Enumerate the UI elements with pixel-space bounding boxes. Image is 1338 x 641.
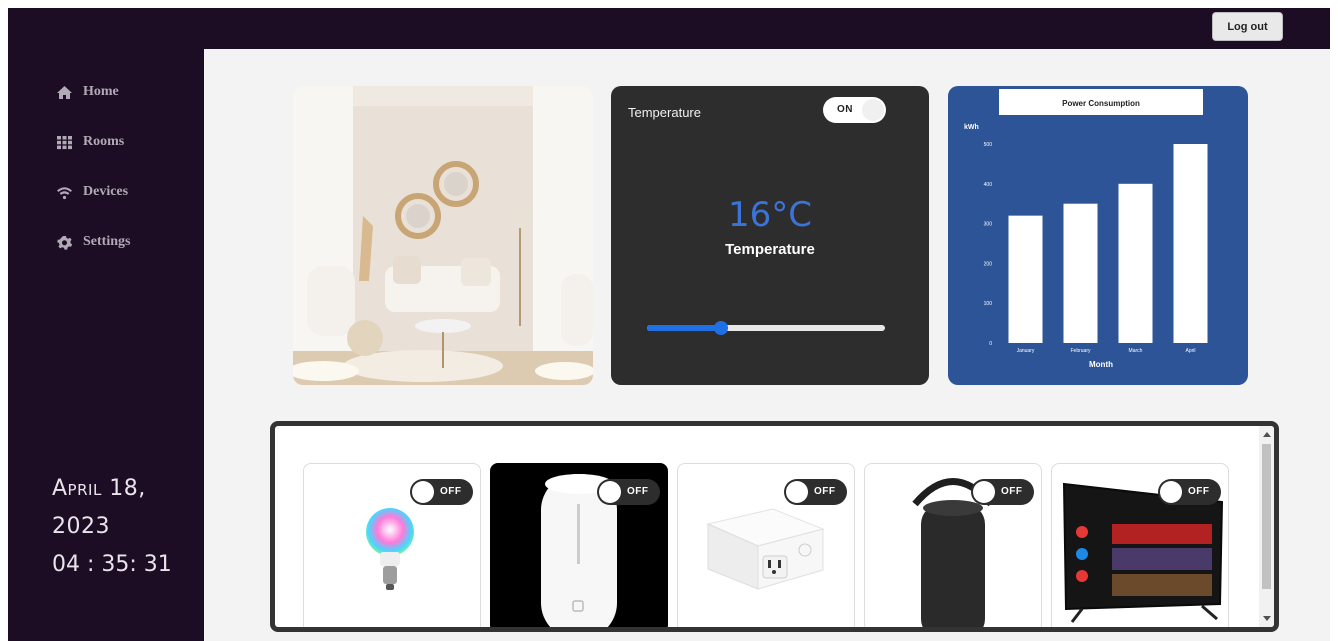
toggle-knob (973, 481, 995, 503)
sidebar-item-label: Devices (83, 184, 129, 199)
toggle-label: OFF (814, 486, 836, 497)
sidebar-item-settings[interactable]: Settings (56, 234, 130, 250)
scroll-down-arrow-icon[interactable] (1263, 616, 1271, 621)
chart-title: Power Consumption (1062, 99, 1140, 108)
device-toggle[interactable]: OFF (597, 479, 660, 505)
grid-icon (57, 135, 72, 149)
y-tick-label-3: 300 (984, 222, 993, 228)
x-tick-label-march: March (1129, 348, 1143, 354)
toggle-label: OFF (440, 486, 462, 497)
date-line-2: 2023 (52, 514, 110, 539)
temperature-slider[interactable] (647, 321, 885, 335)
toggle-knob (1160, 481, 1182, 503)
gear-icon (57, 235, 73, 250)
x-tick-label-january: January (1017, 348, 1035, 354)
y-tick-label-5: 500 (984, 142, 993, 148)
devices-panel: OFF OFF OFF OFF OFF (270, 421, 1279, 632)
clock-time: 04 : 35: 31 (52, 552, 172, 577)
toggle-label: OFF (1188, 486, 1210, 497)
temperature-value: 16°C (727, 195, 812, 235)
toggle-knob (786, 481, 808, 503)
sidebar-item-label: Settings (83, 234, 131, 249)
top-bar (8, 8, 1330, 49)
x-tick-label-april: April (1185, 348, 1195, 354)
home-icon (57, 85, 72, 99)
power-consumption-chart: Power Consumption kWh Month 0 100 200 300 40… (948, 86, 1248, 385)
room-image (293, 86, 593, 385)
bar-january (1008, 215, 1043, 343)
sidebar-item-label: Rooms (83, 134, 125, 149)
device-toggle[interactable]: OFF (784, 479, 847, 505)
slider-thumb[interactable] (713, 321, 728, 335)
wifi-icon (57, 186, 72, 199)
device-card-smart-plug[interactable]: OFF (677, 463, 855, 627)
bar-february (1063, 203, 1098, 343)
chart-svg: Power Consumption kWh Month 0 100 200 300 40… (964, 89, 1208, 369)
x-tick-label-february: February (1070, 348, 1091, 354)
sidebar-item-label: Home (83, 84, 119, 99)
toggle-label: OFF (1001, 486, 1023, 497)
y-tick-label-4: 400 (984, 182, 993, 188)
toggle-knob (599, 481, 621, 503)
scroll-up-arrow-icon[interactable] (1263, 432, 1271, 437)
temperature-toggle[interactable]: ON (823, 97, 886, 123)
scroll-thumb[interactable] (1262, 444, 1271, 589)
y-tick-label-1: 100 (984, 301, 993, 307)
y-tick-label-2: 200 (984, 261, 993, 267)
logout-button[interactable]: Log out (1212, 12, 1283, 41)
bar-april (1173, 144, 1208, 343)
x-axis-label: Month (1089, 360, 1113, 369)
datetime-display: April 18, 2023 04 : 35: 31 (52, 470, 172, 584)
device-card-tv[interactable]: OFF (1051, 463, 1229, 627)
device-toggle[interactable]: OFF (971, 479, 1034, 505)
sidebar-item-home[interactable]: Home (56, 84, 119, 100)
device-toggle[interactable]: OFF (410, 479, 473, 505)
slider-fill (647, 325, 721, 331)
sidebar-item-devices[interactable]: Devices (56, 184, 128, 200)
toggle-label: ON (837, 104, 853, 115)
sidebar-item-rooms[interactable]: Rooms (56, 134, 124, 150)
device-toggle[interactable]: OFF (1158, 479, 1221, 505)
toggle-knob (862, 99, 884, 121)
toggle-label: OFF (627, 486, 649, 497)
bar-march (1118, 183, 1153, 343)
y-axis-label: kWh (964, 124, 979, 131)
device-card-speaker[interactable]: OFF (864, 463, 1042, 627)
y-tick-label-0: 0 (989, 341, 992, 347)
date-line-1: April 18, (52, 476, 146, 501)
temperature-subtitle: Temperature (725, 241, 815, 258)
device-card-smart-bulb[interactable]: OFF (303, 463, 481, 627)
temperature-card-title: Temperature (628, 105, 701, 120)
temperature-card: Temperature ON 16°C Temperature (611, 86, 929, 385)
device-card-humidifier[interactable]: OFF (490, 463, 668, 627)
toggle-knob (412, 481, 434, 503)
devices-scrollbar[interactable] (1259, 426, 1274, 627)
